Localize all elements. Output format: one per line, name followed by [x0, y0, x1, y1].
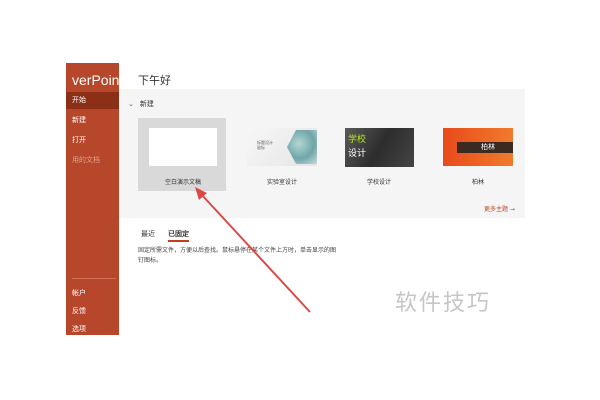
school-thumb-line1: 学校 [348, 135, 367, 145]
sidebar-item-feedback[interactable]: 反馈 [66, 303, 119, 320]
chevron-down-icon[interactable]: ⌄ [128, 100, 134, 108]
greeting-heading: 下午好 [138, 74, 171, 87]
lab-template-thumbnail[interactable]: 标题设计 副标 [247, 128, 317, 166]
template-label-blank[interactable]: 空白演示文稿 [165, 177, 201, 186]
blank-template-thumbnail[interactable] [149, 128, 217, 166]
tab-pinned[interactable]: 已固定 [168, 229, 189, 242]
sidebar-item-open[interactable]: 打开 [66, 132, 119, 149]
sidebar-divider [72, 278, 116, 279]
new-section-label: 新建 [139, 100, 154, 108]
new-section-header[interactable]: ⌄ 新建 [128, 99, 154, 109]
template-label-lab[interactable]: 实验室设计 [267, 177, 297, 186]
more-themes-link[interactable]: 更多主题 → [484, 204, 515, 213]
sidebar-item-home[interactable]: 开始 [66, 92, 119, 109]
berlin-template-thumbnail[interactable]: 柏林 [443, 128, 513, 166]
app-title: verPoint [72, 72, 119, 88]
sidebar-item-new[interactable]: 新建 [66, 112, 119, 129]
berlin-thumb-text: 柏林 [481, 143, 495, 151]
pinned-description: 固定所需文件，方便以后查找。鼠标悬停在某个文件上方时，单击显示的图钉图标。 [138, 247, 337, 264]
template-label-berlin[interactable]: 柏林 [472, 177, 484, 186]
school-template-thumbnail[interactable]: 学校 设计 [345, 128, 414, 167]
sidebar-item-account[interactable]: 帐户 [66, 285, 119, 302]
sidebar-item-recent-docs[interactable]: 用的文档 [66, 152, 119, 169]
lab-thumb-text: 标题设计 副标 [257, 140, 273, 150]
school-thumb-line2: 设计 [348, 149, 367, 159]
molecule-graphic [287, 130, 317, 164]
sidebar-item-options[interactable]: 选项 [66, 321, 119, 335]
template-label-school[interactable]: 学校设计 [367, 177, 391, 186]
tab-recent[interactable]: 最近 [141, 229, 155, 239]
sidebar: verPoint 开始 新建 打开 用的文档 帐户 反馈 选项 [66, 63, 119, 335]
watermark-text: 软件技巧 [395, 291, 492, 316]
